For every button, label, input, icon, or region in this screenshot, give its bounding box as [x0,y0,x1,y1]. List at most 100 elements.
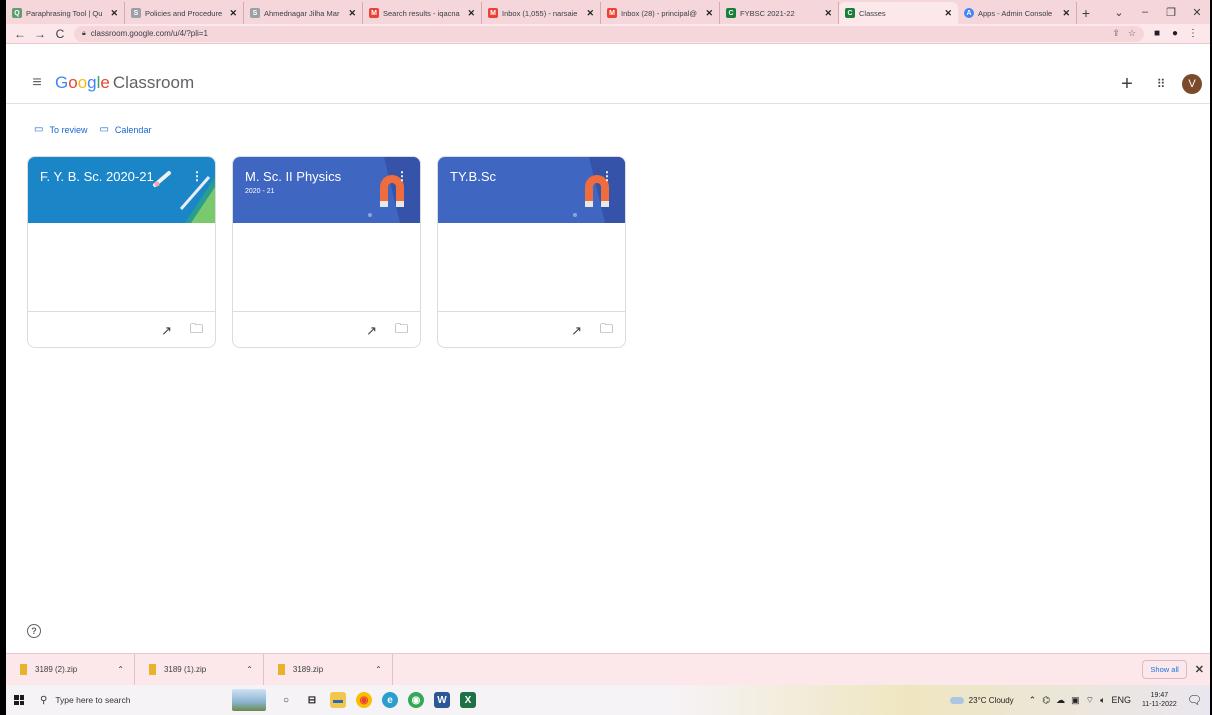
clock-time: 19:47 [1150,692,1169,699]
chevron-up-icon[interactable]: ⌃ [246,665,253,674]
onedrive-icon[interactable]: ☁ [1056,695,1065,706]
screen: Q Paraphrasing Tool | Qu ✕ S Policies and P… [6,0,1210,715]
wifi-icon[interactable]: ⌔ [1086,695,1094,706]
chrome-profile-icon[interactable]: ◉ [408,692,424,708]
tab-title: Classes [859,8,886,18]
share-icon[interactable]: ⇪ [1112,28,1120,39]
address-bar[interactable]: 🔒︎ classroom.google.com/u/4/?pli=1 ⇪ ☆ [74,25,1144,42]
restore-button[interactable]: ❐ [1158,0,1184,24]
close-icon[interactable]: ✕ [705,8,713,19]
browser-menu-icon[interactable]: ⋮ [1184,28,1202,39]
header-actions: + ⠿ V [1110,71,1202,97]
zip-file-icon [148,664,156,675]
folder-icon[interactable]: 🗀︎ [190,320,203,342]
forward-button[interactable]: → [30,24,50,44]
tab-search-icon[interactable]: ⌄ [1106,0,1132,24]
weather-widget[interactable]: 23°C Cloudy [949,696,1014,705]
sidepanel-icon[interactable]: ■ [1148,28,1166,39]
avatar[interactable]: V [1182,74,1202,94]
class-options-icon[interactable]: ⋮ [191,169,203,183]
gradebook-trend-icon[interactable]: ↗ [366,323,377,339]
close-icon[interactable]: ✕ [586,8,594,19]
close-icon[interactable]: ✕ [229,8,237,19]
minimize-button[interactable]: – [1132,0,1158,24]
chrome-icon[interactable]: ◉ [356,692,372,708]
class-name[interactable]: F. Y. B. Sc. 2020-21 [40,169,203,184]
browser-tab[interactable]: S Ahmednagar Jilha Mar ✕ [244,2,363,24]
class-options-icon[interactable]: ⋮ [601,169,613,183]
search-highlight-image[interactable] [232,689,266,711]
download-filename: 3189 (2).zip [35,665,78,674]
class-card-banner[interactable]: F. Y. B. Sc. 2020-21 ⋮ [28,157,215,223]
close-icon[interactable]: ✕ [467,8,475,19]
gradebook-trend-icon[interactable]: ↗ [161,323,172,339]
chevron-up-icon[interactable]: ⌃ [375,665,382,674]
gradebook-trend-icon[interactable]: ↗ [571,323,582,339]
google-classroom-logo[interactable]: Google Classroom [55,73,194,93]
to-review-link[interactable]: ▭ To review [34,124,87,135]
class-card[interactable]: TY.B.Sc ⋮ ↗ 🗀︎ [437,156,626,348]
class-card-banner[interactable]: M. Sc. II Physics 2020 - 21 ⋮ [233,157,420,223]
chevron-up-icon[interactable]: ⌃ [1029,695,1037,706]
network-icon[interactable]: ⌬ [1042,695,1050,706]
close-icon[interactable]: ✕ [944,8,952,19]
class-options-icon[interactable]: ⋮ [396,169,408,183]
add-class-icon[interactable]: + [1110,71,1144,97]
browser-tab[interactable]: S Policies and Procedure ✕ [125,2,244,24]
lock-icon[interactable]: 🔒︎ [82,30,86,38]
class-card-banner[interactable]: TY.B.Sc ⋮ [438,157,625,223]
window-close-button[interactable]: ✕ [1184,0,1210,24]
class-section: 2020 - 21 [245,188,275,195]
chevron-up-icon[interactable]: ⌃ [117,665,124,674]
help-icon[interactable]: ? [27,624,41,638]
edge-icon[interactable]: e [382,692,398,708]
class-name[interactable]: TY.B.Sc [450,169,613,184]
browser-tab[interactable]: Q Paraphrasing Tool | Qu ✕ [6,2,125,24]
folder-icon[interactable]: 🗀︎ [600,320,613,342]
close-icon[interactable]: ✕ [348,8,356,19]
browser-tab[interactable]: A Apps - Admin Console ✕ [958,2,1077,24]
apps-grid-icon[interactable]: ⠿ [1144,71,1178,97]
download-item[interactable]: 3189 (1).zip ⌃ [135,653,264,686]
favicon-icon: Q [12,8,22,18]
back-button[interactable]: ← [10,24,30,44]
browser-tab[interactable]: M Inbox (1,055) - narsaie ✕ [482,2,601,24]
bookmark-star-icon[interactable]: ☆ [1128,28,1136,39]
folder-icon[interactable]: 🗀︎ [395,320,408,342]
language-indicator[interactable]: ENG [1111,695,1131,705]
class-card[interactable]: M. Sc. II Physics 2020 - 21 ⋮ ↗ 🗀︎ [232,156,421,348]
class-card[interactable]: F. Y. B. Sc. 2020-21 ⋮ ↗ 🗀︎ [27,156,216,348]
excel-icon[interactable]: X [460,692,476,708]
browser-tab-active[interactable]: C Classes ✕ [839,2,958,24]
show-all-button[interactable]: Show all [1142,660,1187,679]
notifications-icon[interactable]: 🗨︎ [1187,693,1202,707]
browser-tab[interactable]: M Inbox (28) - principal@ ✕ [601,2,720,24]
browser-tab[interactable]: C FYBSC 2021-22 ✕ [720,2,839,24]
cortana-icon[interactable]: ○ [278,692,294,708]
download-item[interactable]: 3189.zip ⌃ [264,653,393,686]
taskbar-search[interactable]: ⚲ Type here to search [32,688,192,712]
gmail-icon: M [607,8,617,18]
main-menu-icon[interactable]: ≡ [25,71,49,95]
calendar-link[interactable]: ▭ Calendar [99,124,151,135]
system-tray: 23°C Cloudy ⌃ ⌬ ☁ ▣ ⌔ 🔈︎ ENG 19:47 11-11… [949,691,1210,709]
clock[interactable]: 19:47 11-11-2022 [1142,691,1177,709]
close-icon[interactable]: ✕ [824,8,832,19]
profile-icon[interactable]: ● [1166,28,1184,39]
display-icon[interactable]: ▣ [1071,695,1080,706]
windows-start-icon[interactable] [6,685,32,715]
close-downloads-icon[interactable]: ✕ [1195,663,1204,676]
new-tab-button[interactable]: + [1077,2,1095,24]
close-icon[interactable]: ✕ [1062,8,1070,19]
download-item[interactable]: 3189 (2).zip ⌃ [6,653,135,686]
close-icon[interactable]: ✕ [110,8,118,19]
class-name[interactable]: M. Sc. II Physics [245,169,408,184]
reload-button[interactable]: C [50,24,70,44]
volume-icon[interactable]: 🔈︎ [1100,695,1105,706]
word-icon[interactable]: W [434,692,450,708]
tab-title: Inbox (28) - principal@ [621,8,697,18]
file-explorer-icon[interactable]: ▬ [330,692,346,708]
browser-tab[interactable]: M Search results - iqacna ✕ [363,2,482,24]
task-view-icon[interactable]: ⊟ [304,692,320,708]
taskbar-search-placeholder: Type here to search [55,695,131,705]
